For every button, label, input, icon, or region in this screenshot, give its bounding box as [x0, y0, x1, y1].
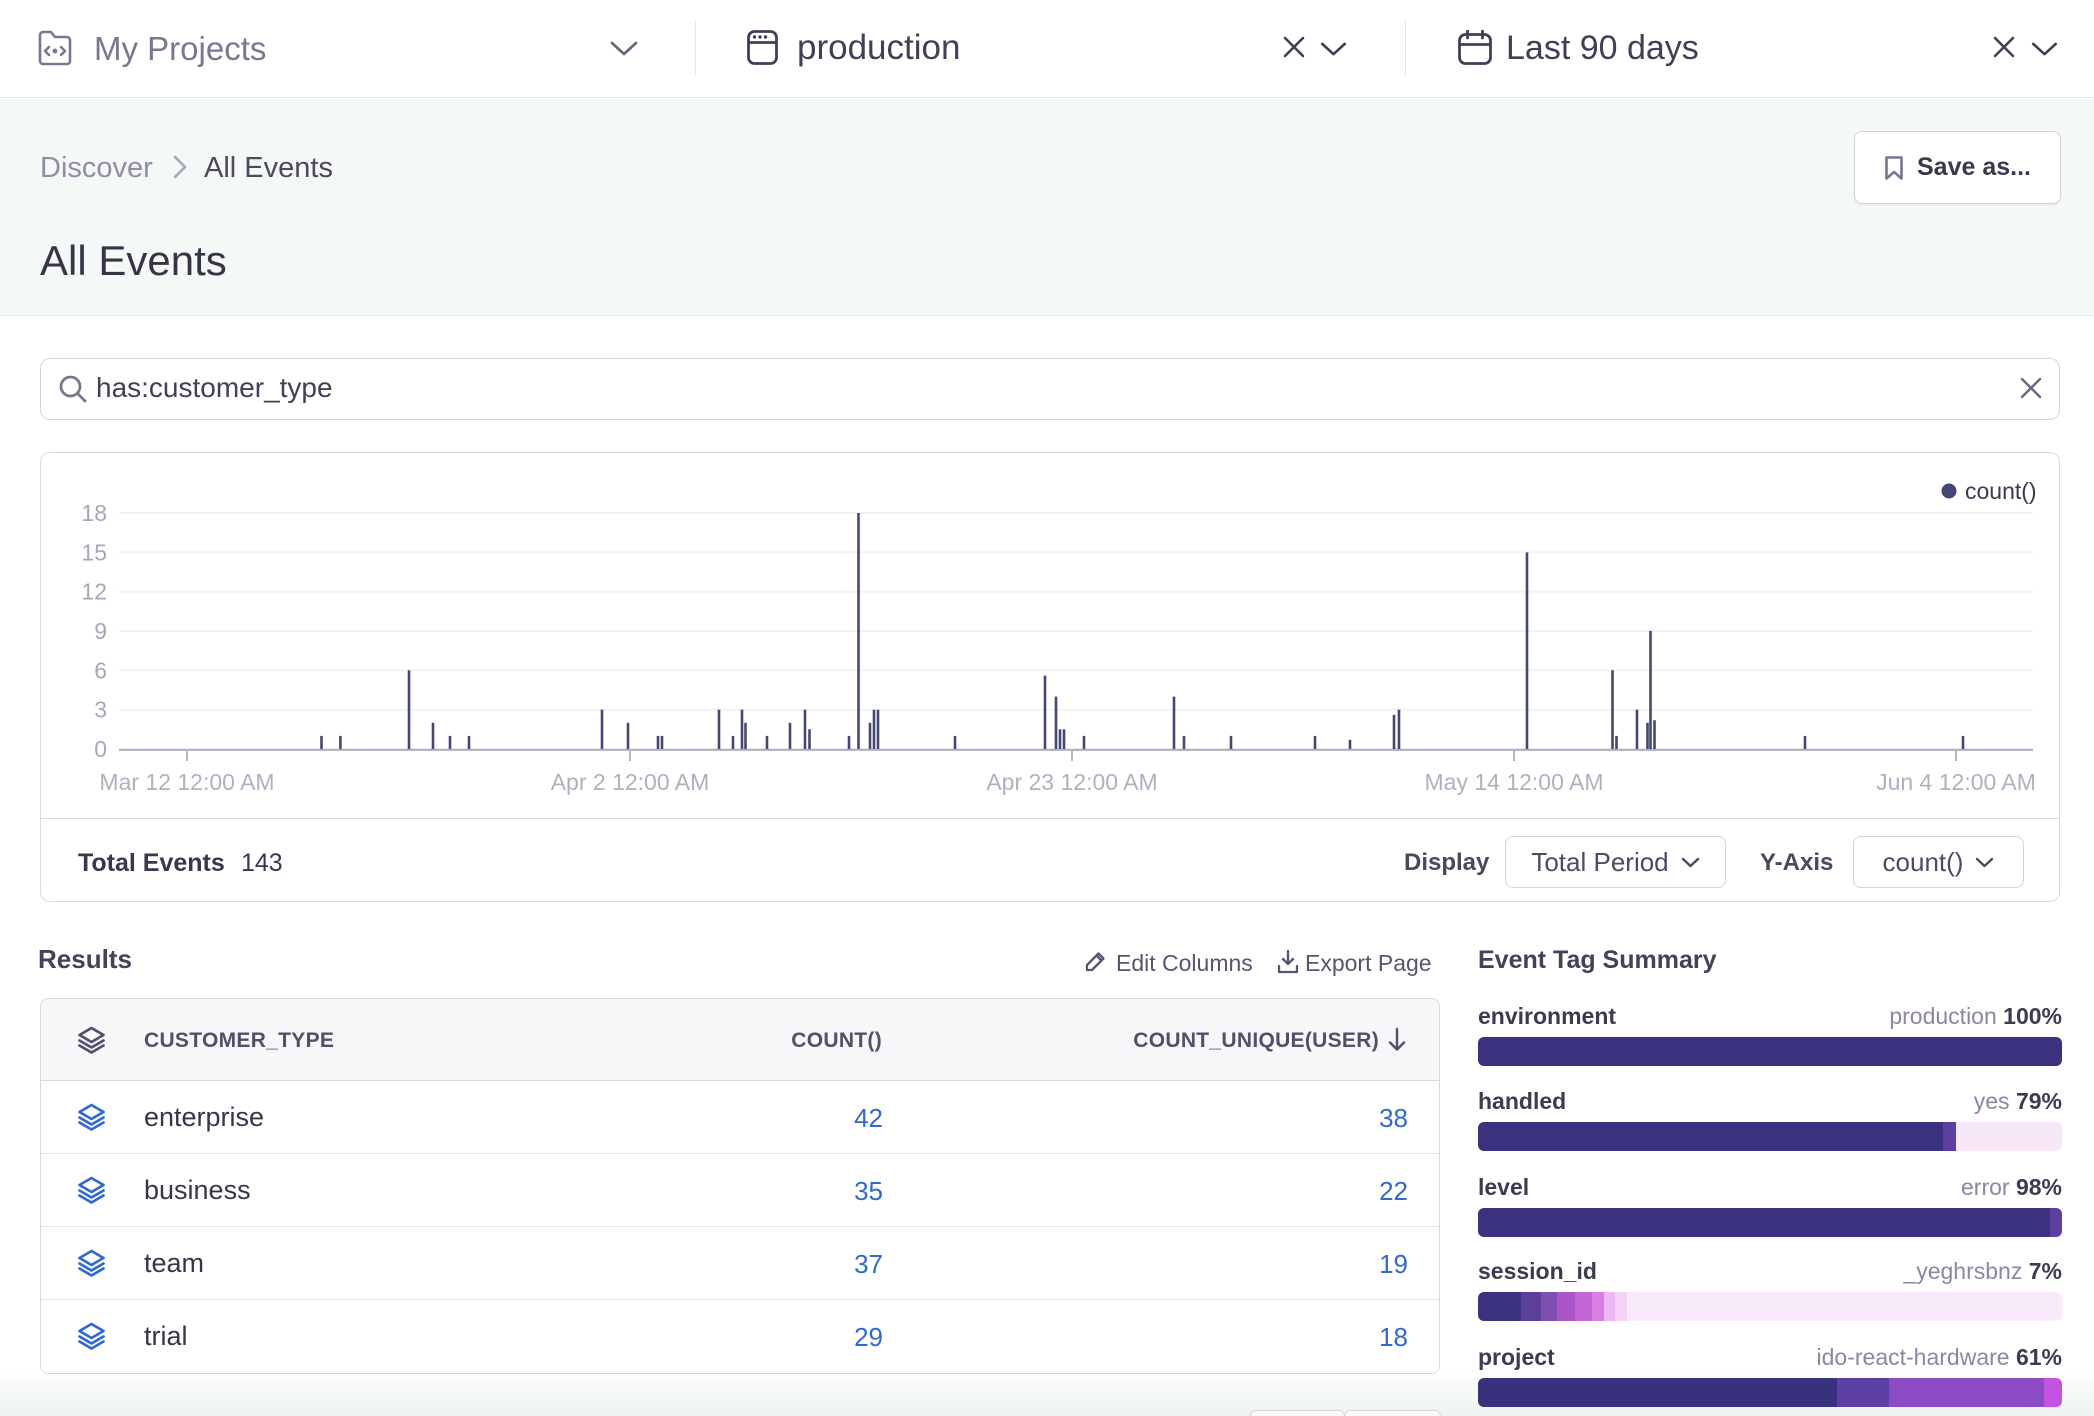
svg-text:Apr 2 12:00 AM: Apr 2 12:00 AM: [551, 769, 710, 795]
svg-text:15: 15: [81, 539, 107, 565]
svg-text:9: 9: [94, 618, 107, 644]
svg-text:3: 3: [94, 697, 107, 723]
svg-text:0: 0: [94, 736, 107, 762]
svg-text:Jun 4 12:00 AM: Jun 4 12:00 AM: [1876, 769, 2036, 795]
svg-text:Apr 23 12:00 AM: Apr 23 12:00 AM: [986, 769, 1157, 795]
svg-text:count(): count(): [1965, 478, 2037, 504]
svg-text:18: 18: [81, 500, 107, 526]
svg-text:12: 12: [81, 579, 107, 605]
svg-text:May 14 12:00 AM: May 14 12:00 AM: [1425, 769, 1604, 795]
svg-text:Mar 12 12:00 AM: Mar 12 12:00 AM: [99, 769, 274, 795]
svg-text:6: 6: [94, 657, 107, 683]
